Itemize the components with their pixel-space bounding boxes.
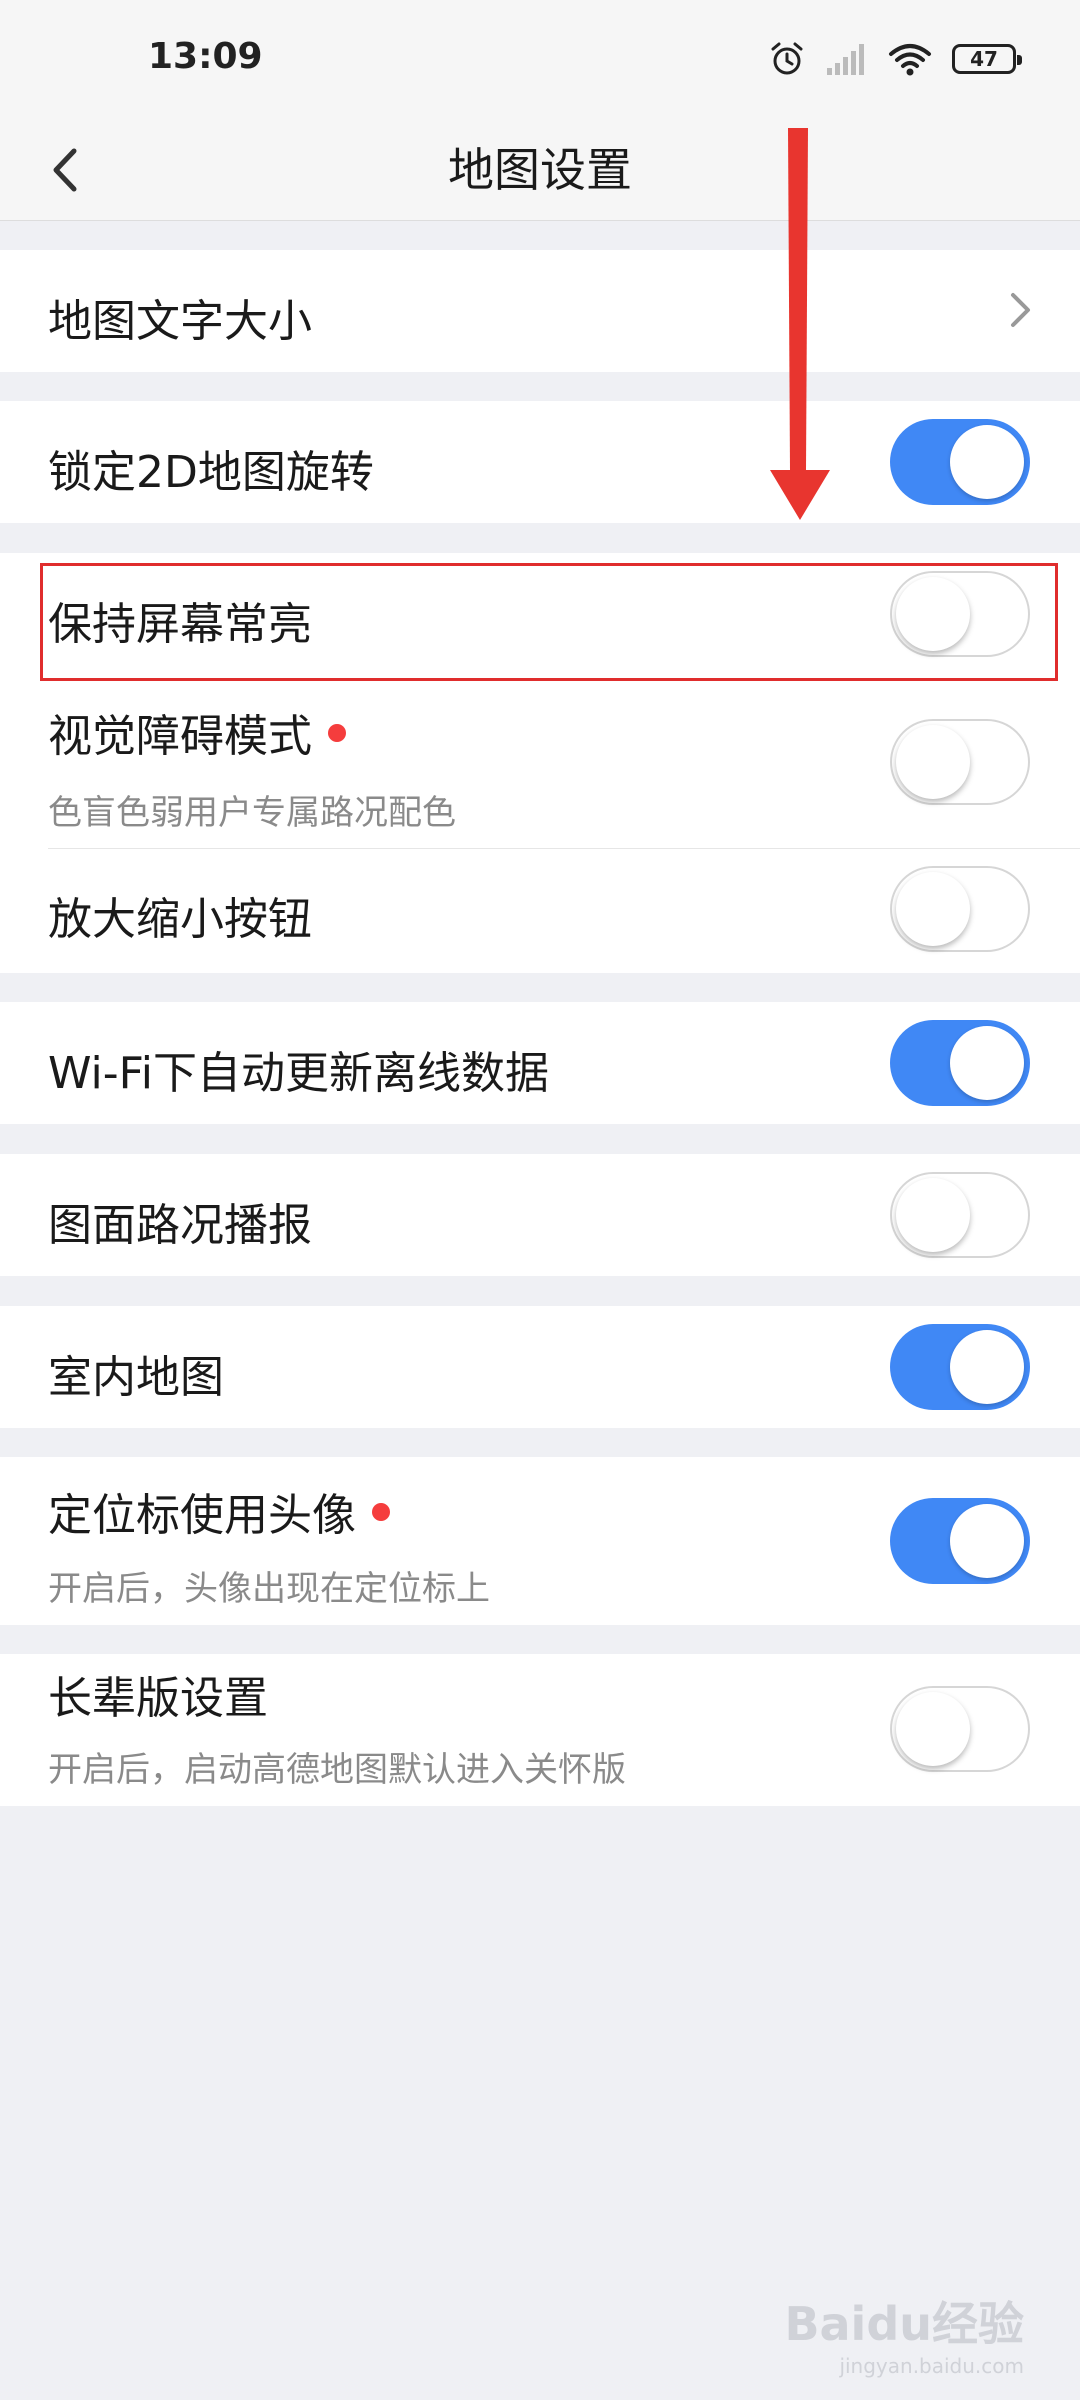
- setting-label: 定位标使用头像: [48, 1479, 390, 1543]
- wifi-offline-update-toggle[interactable]: [890, 1020, 1030, 1106]
- setting-label: Wi-Fi下自动更新离线数据: [48, 1048, 549, 1099]
- setting-subtitle: 开启后，启动高德地图默认进入关怀版: [48, 1750, 626, 1790]
- battery-level: 47: [970, 47, 998, 71]
- chevron-left-icon: [53, 148, 77, 192]
- toggle-knob: [950, 1504, 1024, 1578]
- new-badge-dot: [372, 1503, 390, 1521]
- setting-traffic-broadcast: 图面路况播报: [0, 1154, 1080, 1276]
- setting-label: 放大缩小按钮: [48, 894, 312, 945]
- lock-2d-rotation-toggle[interactable]: [890, 419, 1030, 505]
- watermark-logo: Baidu经验: [784, 2297, 1024, 2351]
- page-title: 地图设置: [448, 143, 632, 197]
- setting-subtitle: 色盲色弱用户专属路况配色: [48, 793, 456, 833]
- toggle-knob: [950, 1330, 1024, 1404]
- toggle-knob: [896, 1692, 970, 1766]
- back-button[interactable]: [26, 128, 106, 212]
- indoor-map-toggle[interactable]: [890, 1324, 1030, 1410]
- setting-label: 长辈版设置: [48, 1673, 268, 1724]
- battery-icon: 47: [952, 44, 1022, 74]
- wifi-icon: [889, 44, 931, 76]
- watermark: Baidu经验 jingyan.baidu.com: [784, 2288, 1024, 2378]
- status-icons: 47: [768, 34, 1022, 84]
- setting-indoor-map: 室内地图: [0, 1306, 1080, 1428]
- setting-avatar-location-marker: 定位标使用头像 开启后，头像出现在定位标上: [0, 1457, 1080, 1625]
- setting-label: 锁定2D地图旋转: [48, 447, 374, 498]
- new-badge-dot: [328, 724, 346, 742]
- setting-label: 视觉障碍模式: [48, 700, 346, 764]
- status-bar: 13:09 47: [0, 0, 1080, 120]
- setting-label: 地图文字大小: [48, 296, 312, 347]
- zoom-buttons-toggle[interactable]: [890, 866, 1030, 952]
- setting-subtitle: 开启后，头像出现在定位标上: [48, 1569, 490, 1609]
- divider: [48, 848, 1080, 849]
- setting-label: 室内地图: [48, 1352, 224, 1403]
- visual-impairment-label: 视觉障碍模式: [48, 711, 312, 762]
- toggle-knob: [950, 425, 1024, 499]
- toggle-knob: [896, 725, 970, 799]
- visual-impairment-toggle[interactable]: [890, 719, 1030, 805]
- avatar-location-marker-toggle[interactable]: [890, 1498, 1030, 1584]
- toggle-knob: [950, 1026, 1024, 1100]
- traffic-broadcast-toggle[interactable]: [890, 1172, 1030, 1258]
- alarm-icon: [771, 42, 803, 75]
- watermark-url: jingyan.baidu.com: [839, 2354, 1024, 2378]
- setting-text-size[interactable]: 地图文字大小: [0, 250, 1080, 372]
- nav-bar: 地图设置: [0, 120, 1080, 221]
- elder-mode-toggle[interactable]: [890, 1686, 1030, 1772]
- highlight-box: [40, 563, 1058, 681]
- chevron-right-icon: [1011, 293, 1030, 327]
- setting-wifi-offline-update: Wi-Fi下自动更新离线数据: [0, 1002, 1080, 1124]
- setting-lock-2d-rotation: 锁定2D地图旋转: [0, 401, 1080, 523]
- avatar-marker-label: 定位标使用头像: [48, 1490, 356, 1541]
- signal-icon: [827, 44, 864, 75]
- toggle-knob: [896, 872, 970, 946]
- toggle-knob: [896, 1178, 970, 1252]
- setting-label: 图面路况播报: [48, 1200, 312, 1251]
- status-time: 13:09: [148, 36, 263, 77]
- annotation-arrow-icon: [770, 128, 830, 520]
- setting-elder-mode: 长辈版设置 开启后，启动高德地图默认进入关怀版: [0, 1654, 1080, 1806]
